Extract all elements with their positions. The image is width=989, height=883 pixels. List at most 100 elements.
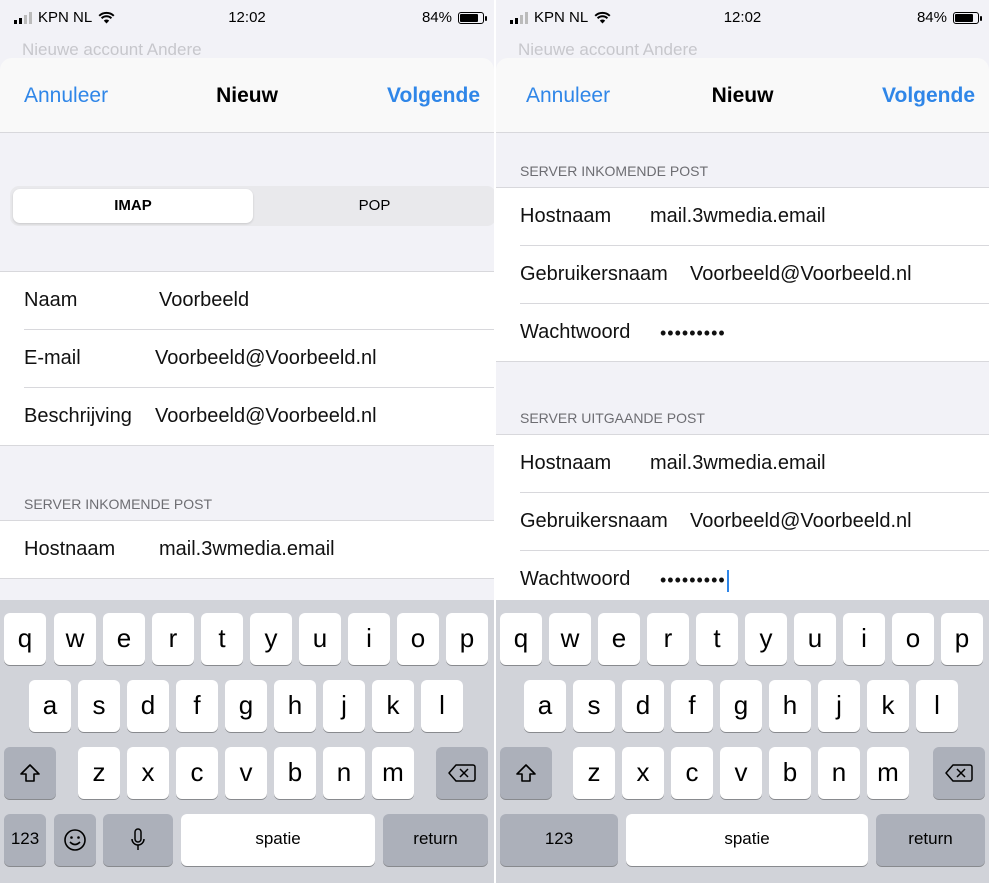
key-t[interactable]: t bbox=[696, 613, 738, 665]
next-button[interactable]: Volgende bbox=[387, 84, 480, 108]
battery: 84% bbox=[917, 9, 982, 26]
space-key[interactable]: spatie bbox=[181, 814, 375, 866]
incoming-hostname-field[interactable]: Hostnaam mail.3wmedia.email bbox=[24, 521, 494, 578]
key-v[interactable]: v bbox=[225, 747, 267, 799]
key-h[interactable]: h bbox=[274, 680, 316, 732]
account-type-segmented-control: IMAP POP bbox=[10, 186, 494, 226]
key-e[interactable]: e bbox=[598, 613, 640, 665]
key-x[interactable]: x bbox=[127, 747, 169, 799]
next-button[interactable]: Volgende bbox=[882, 84, 975, 108]
key-d[interactable]: d bbox=[622, 680, 664, 732]
key-c[interactable]: c bbox=[671, 747, 713, 799]
key-a[interactable]: a bbox=[524, 680, 566, 732]
field-value[interactable]: Voorbeeld@Voorbeeld.nl bbox=[155, 405, 377, 428]
key-a[interactable]: a bbox=[29, 680, 71, 732]
key-k[interactable]: k bbox=[867, 680, 909, 732]
field-value[interactable]: Voorbeeld bbox=[159, 289, 249, 312]
key-u[interactable]: u bbox=[794, 613, 836, 665]
outgoing-username-field[interactable]: Gebruikersnaam Voorbeeld@Voorbeeld.nl bbox=[520, 493, 989, 551]
key-q[interactable]: q bbox=[500, 613, 542, 665]
dictation-key[interactable] bbox=[103, 814, 173, 866]
numbers-key[interactable]: 123 bbox=[500, 814, 618, 866]
field-value[interactable]: mail.3wmedia.email bbox=[650, 205, 826, 228]
key-e[interactable]: e bbox=[103, 613, 145, 665]
field-label: Naam bbox=[24, 289, 78, 311]
key-g[interactable]: g bbox=[225, 680, 267, 732]
emoji-icon bbox=[64, 829, 86, 851]
field-value[interactable]: mail.3wmedia.email bbox=[650, 452, 826, 475]
key-u[interactable]: u bbox=[299, 613, 341, 665]
key-j[interactable]: j bbox=[323, 680, 365, 732]
status-time: 12:02 bbox=[228, 9, 266, 26]
key-p[interactable]: p bbox=[941, 613, 983, 665]
key-w[interactable]: w bbox=[54, 613, 96, 665]
field-value[interactable]: mail.3wmedia.email bbox=[159, 538, 335, 561]
key-m[interactable]: m bbox=[867, 747, 909, 799]
key-b[interactable]: b bbox=[769, 747, 811, 799]
key-w[interactable]: w bbox=[549, 613, 591, 665]
key-t[interactable]: t bbox=[201, 613, 243, 665]
incoming-password-field[interactable]: Wachtwoord ••••••••• bbox=[520, 304, 989, 361]
description-field[interactable]: Beschrijving Voorbeeld@Voorbeeld.nl bbox=[24, 388, 494, 445]
key-z[interactable]: z bbox=[78, 747, 120, 799]
key-f[interactable]: f bbox=[671, 680, 713, 732]
incoming-hostname-field[interactable]: Hostnaam mail.3wmedia.email bbox=[520, 188, 989, 246]
key-q[interactable]: q bbox=[4, 613, 46, 665]
left-screen: KPN NL 12:02 84% Nieuwe account Andere A… bbox=[0, 0, 494, 883]
status-bar: KPN NL 12:02 84% bbox=[0, 0, 494, 40]
shift-key[interactable] bbox=[4, 747, 56, 799]
key-n[interactable]: n bbox=[818, 747, 860, 799]
key-o[interactable]: o bbox=[892, 613, 934, 665]
incoming-username-field[interactable]: Gebruikersnaam Voorbeeld@Voorbeeld.nl bbox=[520, 246, 989, 304]
key-i[interactable]: i bbox=[348, 613, 390, 665]
keyboard-row-3: z x c v b n m bbox=[0, 747, 494, 799]
field-value[interactable]: Voorbeeld@Voorbeeld.nl bbox=[690, 263, 912, 286]
segment-pop[interactable]: POP bbox=[253, 186, 494, 226]
segment-imap[interactable]: IMAP bbox=[13, 189, 253, 223]
battery: 84% bbox=[421, 9, 487, 26]
space-key[interactable]: spatie bbox=[626, 814, 868, 866]
key-f[interactable]: f bbox=[176, 680, 218, 732]
key-h[interactable]: h bbox=[769, 680, 811, 732]
name-field[interactable]: Naam Voorbeeld bbox=[24, 272, 494, 330]
battery-icon bbox=[953, 11, 982, 24]
key-i[interactable]: i bbox=[843, 613, 885, 665]
key-y[interactable]: y bbox=[745, 613, 787, 665]
key-j[interactable]: j bbox=[818, 680, 860, 732]
key-n[interactable]: n bbox=[323, 747, 365, 799]
key-r[interactable]: r bbox=[647, 613, 689, 665]
email-field[interactable]: E-mail Voorbeeld@Voorbeeld.nl bbox=[24, 330, 494, 388]
key-g[interactable]: g bbox=[720, 680, 762, 732]
key-b[interactable]: b bbox=[274, 747, 316, 799]
return-key[interactable]: return bbox=[876, 814, 985, 866]
keyboard-row-4: 123 spatie return bbox=[0, 814, 494, 866]
key-o[interactable]: o bbox=[397, 613, 439, 665]
key-v[interactable]: v bbox=[720, 747, 762, 799]
battery-percent: 84% bbox=[421, 9, 452, 26]
numbers-key[interactable]: 123 bbox=[4, 814, 46, 866]
outgoing-hostname-field[interactable]: Hostnaam mail.3wmedia.email bbox=[520, 435, 989, 493]
key-r[interactable]: r bbox=[152, 613, 194, 665]
field-value[interactable]: ••••••••• bbox=[660, 323, 726, 344]
key-z[interactable]: z bbox=[573, 747, 615, 799]
key-x[interactable]: x bbox=[622, 747, 664, 799]
key-l[interactable]: l bbox=[421, 680, 463, 732]
key-s[interactable]: s bbox=[573, 680, 615, 732]
shift-key[interactable] bbox=[500, 747, 552, 799]
field-value[interactable]: ••••••••• bbox=[660, 570, 729, 593]
key-s[interactable]: s bbox=[78, 680, 120, 732]
key-d[interactable]: d bbox=[127, 680, 169, 732]
emoji-key[interactable] bbox=[54, 814, 96, 866]
right-screen: KPN NL 12:02 84% Nieuwe account Andere A… bbox=[496, 0, 989, 883]
delete-key[interactable] bbox=[933, 747, 985, 799]
key-l[interactable]: l bbox=[916, 680, 958, 732]
key-k[interactable]: k bbox=[372, 680, 414, 732]
key-c[interactable]: c bbox=[176, 747, 218, 799]
delete-key[interactable] bbox=[436, 747, 488, 799]
key-p[interactable]: p bbox=[446, 613, 488, 665]
key-y[interactable]: y bbox=[250, 613, 292, 665]
field-value[interactable]: Voorbeeld@Voorbeeld.nl bbox=[155, 347, 377, 370]
return-key[interactable]: return bbox=[383, 814, 488, 866]
field-value[interactable]: Voorbeeld@Voorbeeld.nl bbox=[690, 510, 912, 533]
key-m[interactable]: m bbox=[372, 747, 414, 799]
